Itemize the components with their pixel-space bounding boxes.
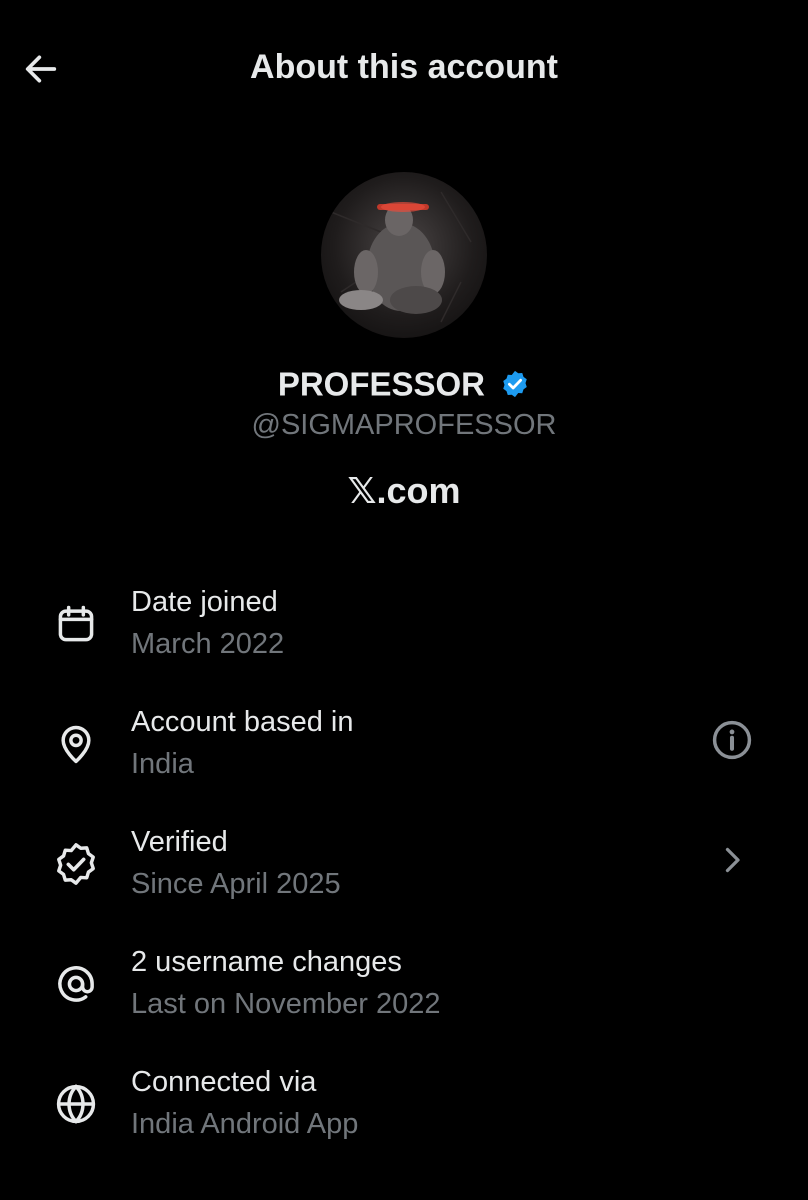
account-based-in-value: India bbox=[131, 748, 194, 780]
location-pin-icon bbox=[50, 718, 102, 770]
connected-via-row: Connected via India Android App bbox=[0, 1050, 808, 1150]
calendar-icon bbox=[50, 598, 102, 650]
chevron-right-icon bbox=[725, 847, 740, 873]
username-changes-value: Last on November 2022 bbox=[131, 988, 441, 1020]
verified-chevron-button[interactable] bbox=[704, 832, 760, 888]
top-bar: About this account bbox=[0, 0, 808, 140]
avatar[interactable] bbox=[321, 172, 487, 338]
username-changes-label: 2 username changes bbox=[131, 946, 402, 978]
display-name-row: PROFESSOR bbox=[0, 363, 808, 403]
display-name: PROFESSOR bbox=[277, 365, 486, 403]
date-joined-label: Date joined bbox=[131, 586, 278, 618]
account-based-in-label: Account based in bbox=[131, 706, 354, 738]
verified-since-value: Since April 2025 bbox=[131, 868, 341, 900]
account-based-in-row: Account based in India bbox=[0, 690, 808, 790]
connected-via-label: Connected via bbox=[131, 1066, 317, 1098]
globe-icon bbox=[50, 1078, 102, 1130]
verified-label: Verified bbox=[131, 826, 228, 858]
info-button[interactable] bbox=[704, 712, 760, 768]
verified-row[interactable]: Verified Since April 2025 bbox=[0, 810, 808, 910]
date-joined-row: Date joined March 2022 bbox=[0, 570, 808, 670]
at-sign-icon bbox=[50, 958, 102, 1010]
info-icon bbox=[712, 720, 752, 760]
username-handle: @SIGMAPROFESSOR bbox=[251, 409, 557, 441]
verified-badge-outline-icon bbox=[50, 838, 102, 890]
page-title: About this account bbox=[250, 48, 558, 86]
site-label: 𝕏.com bbox=[347, 470, 461, 511]
connected-via-value: India Android App bbox=[131, 1108, 359, 1140]
date-joined-value: March 2022 bbox=[131, 628, 285, 660]
verified-badge-icon bbox=[503, 371, 527, 398]
username-changes-row: 2 username changes Last on November 2022 bbox=[0, 930, 808, 1030]
